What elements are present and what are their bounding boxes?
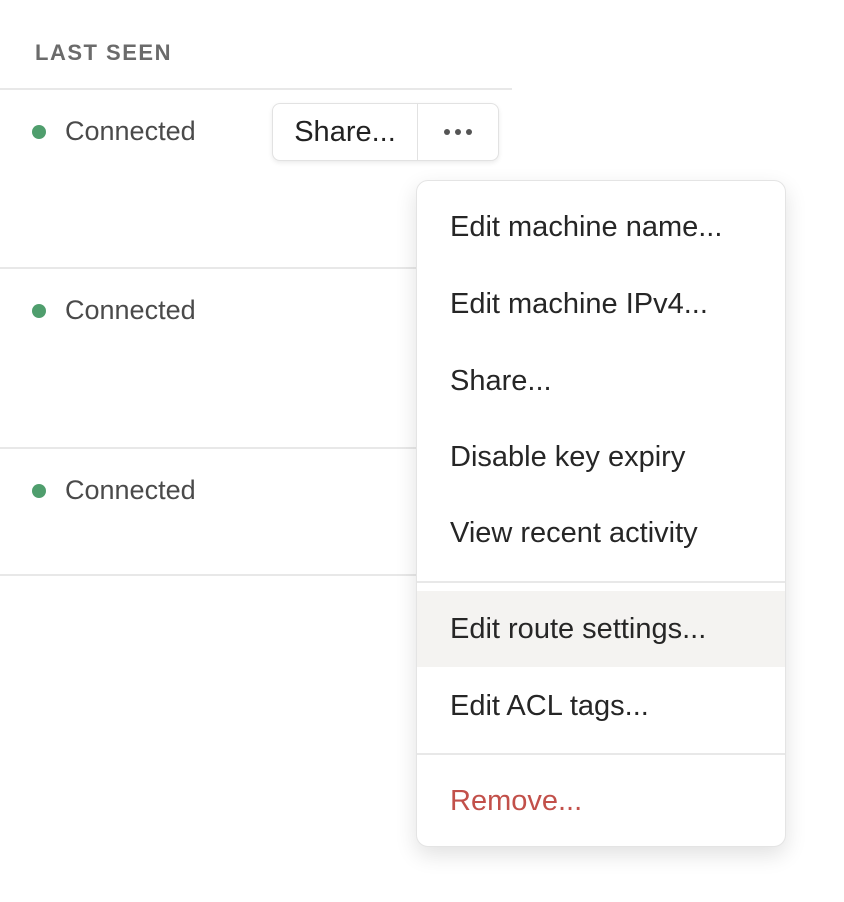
row-divider [0, 267, 418, 269]
share-button[interactable]: Share... [273, 104, 418, 160]
status-text: Connected [65, 475, 196, 505]
menu-item-view-recent-activity[interactable]: View recent activity [417, 495, 785, 571]
machine-actions-menu: Edit machine name... Edit machine IPv4..… [416, 180, 786, 847]
status-cell: Connected [32, 295, 196, 326]
row-divider [0, 447, 418, 449]
menu-item-edit-machine-ipv4[interactable]: Edit machine IPv4... [417, 266, 785, 342]
header-divider [0, 88, 512, 90]
connected-status-icon [32, 483, 46, 498]
menu-item-edit-acl-tags[interactable]: Edit ACL tags... [417, 668, 785, 744]
column-header-last-seen: LAST SEEN [35, 40, 172, 65]
machines-page: LAST SEEN Connected Connected Connected … [0, 0, 844, 902]
connected-status-icon [32, 124, 46, 139]
menu-item-share[interactable]: Share... [417, 343, 785, 419]
menu-item-disable-key-expiry[interactable]: Disable key expiry [417, 419, 785, 495]
status-text: Connected [65, 116, 196, 146]
menu-divider [417, 581, 785, 583]
status-text: Connected [65, 295, 196, 325]
menu-item-remove[interactable]: Remove... [417, 763, 785, 839]
menu-divider [417, 753, 785, 755]
menu-item-edit-route-settings[interactable]: Edit route settings... [417, 591, 785, 667]
row-divider [0, 574, 418, 576]
menu-item-edit-machine-name[interactable]: Edit machine name... [417, 189, 785, 265]
row-actions: Share... [272, 103, 499, 161]
status-cell: Connected [32, 116, 196, 147]
status-cell: Connected [32, 475, 196, 506]
connected-status-icon [32, 303, 46, 318]
more-actions-button[interactable] [418, 104, 498, 160]
ellipsis-horizontal-icon [444, 129, 472, 135]
